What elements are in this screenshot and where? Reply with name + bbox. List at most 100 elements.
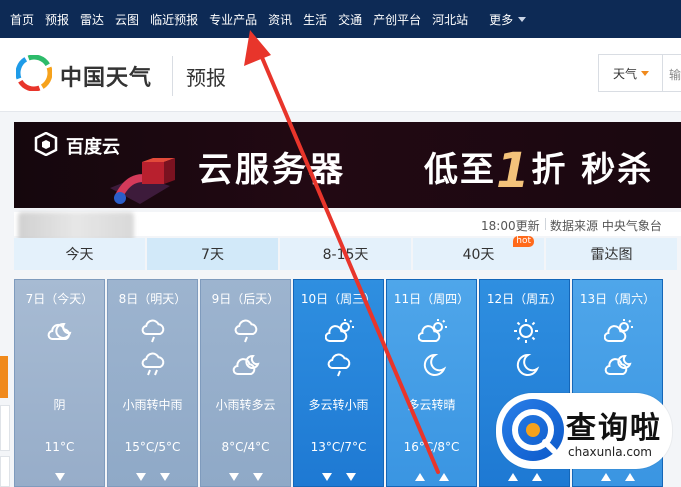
partly-cloudy-day-icon xyxy=(418,319,447,342)
top-nav: 首页 预报 雷达 云图 临近预报 专业产品 资讯 生活 交通 产创平台 河北站 … xyxy=(0,0,681,38)
wind-arrow-up-icon xyxy=(414,473,425,481)
day-date: 10日（周三） xyxy=(300,292,377,306)
tab-40-days[interactable]: 40天 hot xyxy=(413,236,544,270)
nav-item-news[interactable]: 资讯 xyxy=(268,11,292,28)
meta-divider xyxy=(545,218,546,230)
nav-item-nowcast[interactable]: 临近预报 xyxy=(150,11,198,28)
tab-8-15-days[interactable]: 8-15天 xyxy=(280,238,411,270)
cloudy-night-icon xyxy=(47,322,72,340)
wind-arrow-up-icon xyxy=(438,473,449,481)
search-input[interactable]: 输 xyxy=(662,54,681,92)
side-float-button[interactable] xyxy=(0,356,8,398)
baidu-cloud-logo-icon xyxy=(34,132,58,156)
day-date: 8日（明天） xyxy=(118,292,187,306)
partly-cloudy-night-icon xyxy=(604,354,632,375)
ad-headline: 云服务器 xyxy=(198,150,346,190)
tab-radar[interactable]: 雷达图 xyxy=(546,238,677,270)
nav-item-pro-products[interactable]: 专业产品 xyxy=(209,11,257,28)
partly-cloudy-day-icon xyxy=(604,319,633,342)
day-card[interactable]: 9日（后天） 小雨转多云 8°C/4°C xyxy=(200,279,291,487)
partly-cloudy-day-icon xyxy=(325,319,354,342)
nav-more-label: 更多 xyxy=(489,12,514,27)
site-header: 中国天气 预报 天气 输 xyxy=(0,38,681,112)
wind-arrow-down-icon xyxy=(135,473,146,481)
moon-icon xyxy=(423,353,447,376)
nav-item-forecast[interactable]: 预报 xyxy=(45,11,69,28)
day-weather: 多云转小雨 xyxy=(308,398,369,412)
chevron-down-icon xyxy=(518,16,527,22)
side-panel[interactable] xyxy=(0,405,10,451)
sun-icon xyxy=(514,319,538,343)
tab-label: 7天 xyxy=(201,247,224,263)
tab-7-days[interactable]: 7天 xyxy=(147,238,278,270)
wind-arrow-up-icon xyxy=(531,473,542,481)
site-brand[interactable]: 中国天气 xyxy=(60,60,152,92)
wind-arrow-down-icon xyxy=(345,473,356,481)
light-rain-icon xyxy=(234,319,258,343)
update-time: 18:00更新 xyxy=(481,219,540,233)
ad-banner[interactable]: 百度云 云服务器 低至1折 秒杀 xyxy=(14,122,681,208)
day-date: 9日（后天） xyxy=(211,292,280,306)
day-temperature: 11°C xyxy=(44,440,75,454)
search-scope-select[interactable]: 天气 xyxy=(598,54,662,92)
wind-arrow-down-icon xyxy=(54,473,65,481)
day-card[interactable]: 7日（今天） 阴 11°C xyxy=(14,279,105,487)
day-weather: 多云转晴 xyxy=(407,398,456,412)
ad-brand: 百度云 xyxy=(66,137,120,158)
day-date: 11日（周四） xyxy=(393,292,470,306)
moderate-rain-icon xyxy=(141,352,165,376)
nav-item-life[interactable]: 生活 xyxy=(303,11,327,28)
day-card[interactable]: 11日（周四） 多云转晴 16°C/8°C xyxy=(386,279,477,487)
page: { "topnav": { "items": ["首页", "预报", "雷达"… xyxy=(0,0,681,487)
day-card[interactable]: 8日（明天） 小雨转中雨 15°C/5°C xyxy=(107,279,198,487)
side-panel[interactable] xyxy=(0,456,10,487)
wind-arrow-down-icon xyxy=(321,473,332,481)
day-temperature: 15°C/5°C xyxy=(124,440,181,454)
tab-label: 雷达图 xyxy=(590,247,633,263)
nav-item-platform[interactable]: 产创平台 xyxy=(373,11,421,28)
weather-logo-icon[interactable] xyxy=(16,55,52,91)
ad-offer-number: 1 xyxy=(496,143,532,199)
forecast-tabs: 今天 7天 8-15天 40天 hot 雷达图 xyxy=(14,236,681,270)
header-divider xyxy=(172,56,173,96)
page-title: 预报 xyxy=(186,66,226,90)
tab-today[interactable]: 今天 xyxy=(14,238,145,270)
nav-item-home[interactable]: 首页 xyxy=(10,11,34,28)
wind-arrow-down-icon xyxy=(228,473,239,481)
chevron-down-icon xyxy=(641,70,650,76)
day-temperature: 13°C/7°C xyxy=(310,440,367,454)
moon-icon xyxy=(516,353,540,376)
day-temperature: 8°C/4°C xyxy=(221,440,270,454)
partly-cloudy-night-icon xyxy=(232,354,260,375)
day-card[interactable]: 10日（周三） 多云转小雨 13°C/7°C xyxy=(293,279,384,487)
wind-direction-group xyxy=(387,466,476,485)
wind-arrow-up-icon xyxy=(600,473,611,481)
day-date: 7日（今天） xyxy=(25,292,94,306)
wind-direction-group xyxy=(201,466,290,485)
nav-item-traffic[interactable]: 交通 xyxy=(338,11,362,28)
nav-item-hebei[interactable]: 河北站 xyxy=(432,11,468,28)
wind-arrow-up-icon xyxy=(624,473,635,481)
wind-direction-group xyxy=(108,466,197,485)
nav-item-radar[interactable]: 雷达 xyxy=(80,11,104,28)
ad-decoration-icon xyxy=(110,158,175,204)
data-source: 数据来源 中央气象台 xyxy=(550,219,662,233)
tab-label: 今天 xyxy=(65,247,94,263)
ad-offer-prefix: 低至 xyxy=(424,150,496,190)
day-weather: 小雨转多云 xyxy=(215,398,276,412)
nav-more-menu[interactable]: 更多 xyxy=(489,11,527,28)
wind-direction-group xyxy=(15,466,104,485)
wind-arrow-up-icon xyxy=(507,473,518,481)
day-weather: 阴 xyxy=(53,398,66,412)
wind-direction-group xyxy=(294,466,383,485)
wind-arrow-down-icon xyxy=(252,473,263,481)
watermark-logo-icon xyxy=(502,399,564,461)
light-rain-icon xyxy=(327,353,351,377)
watermark-title: 查询啦 xyxy=(566,411,662,446)
watermark: 查询啦 chaxunla.com xyxy=(496,393,672,469)
wind-arrow-down-icon xyxy=(159,473,170,481)
nav-item-cloud-map[interactable]: 云图 xyxy=(115,11,139,28)
day-date: 12日（周五） xyxy=(486,292,563,306)
tab-label: 40天 xyxy=(462,247,495,263)
search-scope-label: 天气 xyxy=(613,66,638,81)
